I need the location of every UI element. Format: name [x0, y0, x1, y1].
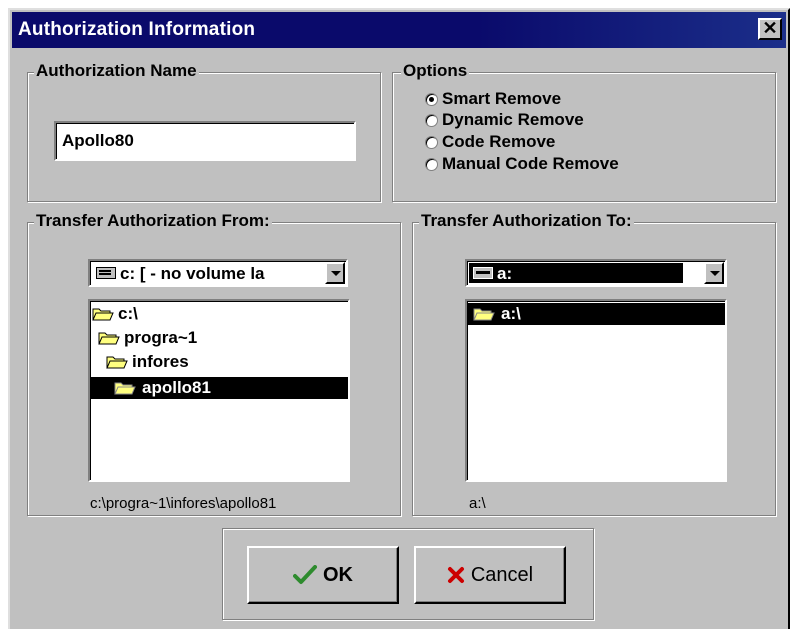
directory-item-progra[interactable]: progra~1: [98, 327, 346, 349]
options-group: Options Smart Remove Dynamic Remove Code…: [392, 61, 776, 202]
authorization-name-group: Authorization Name Apollo80: [27, 61, 381, 202]
option-label: Code Remove: [442, 132, 556, 151]
option-code-remove[interactable]: Code Remove: [425, 132, 555, 152]
hard-drive-icon: [96, 267, 116, 279]
cancel-button[interactable]: Cancel: [414, 546, 566, 604]
radio-button[interactable]: [425, 135, 438, 149]
radio-button[interactable]: [425, 113, 438, 127]
transfer-to-group: Transfer Authorization To: a: a:\ a:\: [412, 211, 776, 516]
destination-path-label: a:\: [469, 495, 486, 512]
folder-open-icon: [114, 382, 136, 395]
folder-open-icon: [92, 308, 114, 321]
directory-item-infores[interactable]: infores: [106, 351, 346, 373]
destination-directory-list[interactable]: a:\: [465, 299, 727, 482]
source-path-label: c:\progra~1\infores\apollo81: [90, 495, 277, 512]
authorization-dialog: Authorization Information ✕ Authorizatio…: [8, 8, 790, 629]
close-icon: ✕: [762, 18, 778, 38]
transfer-from-group: Transfer Authorization From: c: [ - no v…: [27, 211, 401, 516]
directory-label: c:\: [118, 304, 138, 323]
option-manual-code-remove[interactable]: Manual Code Remove: [425, 154, 619, 174]
option-label: Dynamic Remove: [442, 110, 584, 129]
source-directory-list[interactable]: c:\ progra~1 infores apollo81: [88, 299, 350, 482]
directory-label: a:\: [501, 304, 521, 323]
directory-label: progra~1: [124, 328, 198, 347]
directory-item-c-root[interactable]: c:\: [92, 303, 346, 325]
floppy-drive-icon: [473, 267, 493, 279]
option-smart-remove[interactable]: Smart Remove: [425, 89, 561, 109]
transfer-to-legend: Transfer Authorization To:: [419, 211, 634, 231]
cancel-label: Cancel: [470, 563, 534, 586]
ok-button[interactable]: OK: [247, 546, 399, 604]
option-label: Manual Code Remove: [442, 154, 619, 173]
x-mark-icon: [447, 567, 464, 583]
checkmark-icon: [293, 565, 317, 584]
options-radio-list: Smart Remove Dynamic Remove Code Remove …: [425, 89, 725, 189]
chevron-down-icon[interactable]: [325, 262, 345, 284]
destination-drive-select[interactable]: a:: [465, 259, 727, 287]
radio-button-checked[interactable]: [425, 92, 438, 106]
close-button[interactable]: ✕: [758, 18, 782, 40]
authorization-name-legend: Authorization Name: [34, 61, 199, 81]
authorization-name-input[interactable]: Apollo80: [54, 121, 356, 161]
ok-label: OK: [323, 563, 353, 586]
directory-label: infores: [132, 352, 189, 371]
transfer-from-legend: Transfer Authorization From:: [34, 211, 272, 231]
destination-drive-value: a:: [497, 264, 513, 283]
radio-button[interactable]: [425, 157, 438, 171]
directory-item-a-root[interactable]: a:\: [467, 303, 725, 325]
options-legend: Options: [401, 61, 470, 81]
option-dynamic-remove[interactable]: Dynamic Remove: [425, 110, 584, 130]
directory-label: apollo81: [142, 378, 211, 397]
folder-open-icon: [106, 356, 128, 369]
directory-item-apollo81[interactable]: apollo81: [90, 377, 348, 399]
folder-open-icon: [473, 308, 495, 321]
chevron-down-icon[interactable]: [704, 262, 724, 284]
window-title: Authorization Information: [18, 19, 256, 40]
source-drive-value: c: [ - no volume la: [120, 264, 265, 283]
option-label: Smart Remove: [442, 89, 562, 108]
folder-open-icon: [98, 332, 120, 345]
title-bar[interactable]: Authorization Information ✕: [12, 12, 786, 48]
source-drive-select[interactable]: c: [ - no volume la: [88, 259, 348, 287]
